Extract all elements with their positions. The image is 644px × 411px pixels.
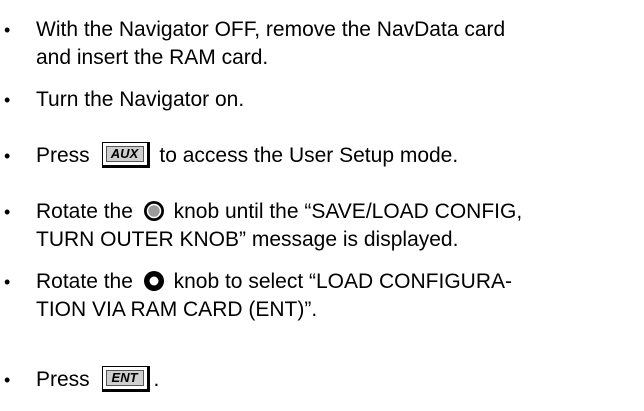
step-text: Turn the Navigator on.	[36, 86, 644, 114]
bullet: •	[4, 20, 11, 40]
step-text-before: Press	[36, 144, 90, 168]
step-text-after: .	[153, 368, 160, 392]
inner-knob-icon	[143, 200, 164, 221]
step-text-after: knob to select “LOAD CONFIGURA-	[173, 270, 513, 293]
step-text: Press ENT .	[36, 366, 644, 395]
aux-key-icon: AUX	[101, 142, 150, 168]
step-line: TION VIA RAM CARD (ENT)”.	[36, 298, 318, 321]
step-text-before: Rotate the	[36, 270, 133, 293]
bullet: •	[4, 146, 11, 166]
aux-key-label: AUX	[105, 146, 144, 162]
step-line: With the Navigator OFF, remove the NavDa…	[36, 18, 506, 41]
ent-key-icon: ENT	[101, 366, 150, 392]
step-line: TURN OUTER KNOB” message is displayed.	[36, 228, 459, 251]
bullet: •	[4, 90, 11, 110]
bullet: •	[4, 370, 11, 390]
step-text-before: Rotate the	[36, 200, 133, 223]
step-text-before: Press	[36, 368, 90, 392]
bullet: •	[4, 202, 11, 222]
ent-key-label: ENT	[105, 370, 144, 386]
step-text: With the Navigator OFF, remove the NavDa…	[36, 16, 644, 72]
step-text: Rotate the knob to select “LOAD CONFIGUR…	[36, 268, 644, 324]
step-text-after: to access the User Setup mode.	[159, 144, 459, 168]
step-text-after: knob until the “SAVE/LOAD CONFIG,	[173, 200, 523, 223]
step-line: and insert the RAM card.	[36, 46, 269, 69]
step-text: Rotate the knob until the “SAVE/LOAD CON…	[36, 198, 644, 254]
step-text: Press AUX to access the User Setup mode.	[36, 142, 644, 171]
step-line: Turn the Navigator on.	[36, 88, 245, 111]
bullet: •	[4, 272, 11, 292]
outer-knob-icon	[143, 270, 164, 291]
